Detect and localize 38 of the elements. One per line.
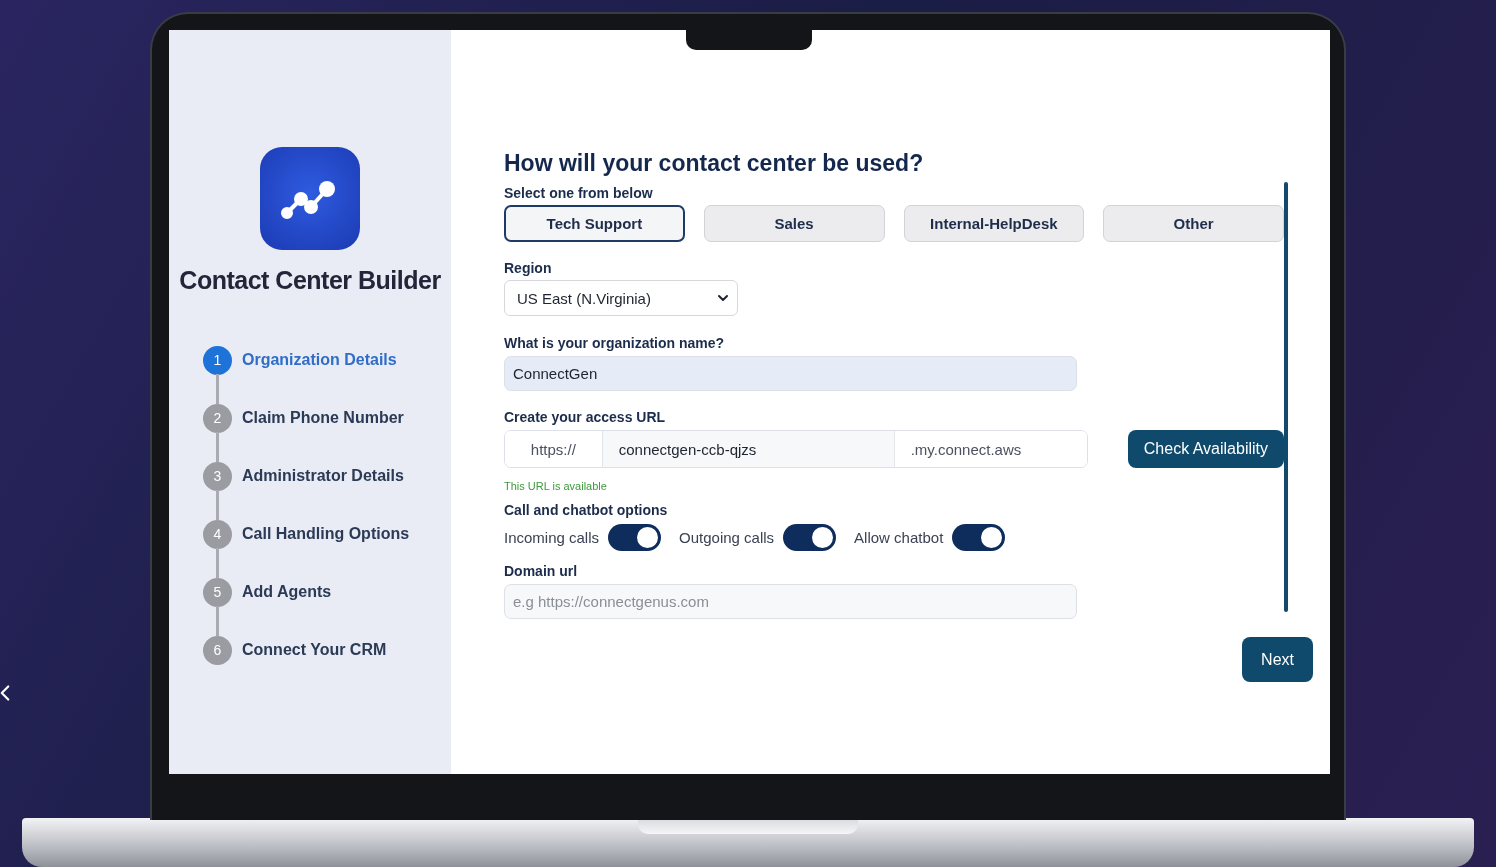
check-availability-button[interactable]: Check Availability [1127, 430, 1284, 468]
access-url-field[interactable]: https:// connectgen-ccb-qjzs .my.connect.aws [504, 430, 1088, 468]
step-link[interactable]: Claim Phone Number [242, 409, 404, 427]
region-select[interactable]: US East (N.Virginia) [504, 280, 738, 316]
step-number: 4 [203, 519, 232, 549]
scrollbar[interactable] [1284, 182, 1288, 612]
step-number: 1 [203, 345, 232, 375]
toggle-switch[interactable] [783, 524, 837, 551]
toggle-label: Outgoing calls [679, 529, 775, 546]
step-number: 3 [203, 461, 232, 491]
field-label: Region [504, 260, 553, 276]
usage-option-button[interactable]: Sales [703, 205, 885, 242]
toggle-label: Allow chatbot [854, 529, 944, 546]
usage-option-button[interactable]: Internal-HelpDesk [903, 205, 1085, 242]
field-label: Domain url [504, 563, 579, 579]
usage-option-button[interactable]: Tech Support [504, 205, 685, 242]
app-title: Contact Center Builder [179, 266, 441, 295]
domain-url-field[interactable]: e.g https://connectgenus.com [504, 584, 1077, 619]
organization-name-field[interactable]: ConnectGen [504, 356, 1077, 391]
step-link[interactable]: Add Agents [242, 583, 332, 601]
next-button[interactable]: Next [1242, 637, 1313, 682]
form-heading: How will your contact center be used? [504, 150, 925, 177]
step-number: 6 [203, 635, 232, 665]
field-label: Select one from below [504, 185, 654, 201]
step-number: 5 [203, 577, 232, 607]
step-link[interactable]: Organization Details [242, 351, 397, 369]
step-link[interactable]: Call Handling Options [242, 525, 410, 543]
field-label: Create your access URL [504, 409, 667, 425]
step-link[interactable]: Administrator Details [242, 467, 404, 485]
toggle-switch[interactable] [952, 524, 1006, 551]
step-link[interactable]: Connect Your CRM [242, 641, 387, 659]
field-label: What is your organization name? [504, 335, 726, 351]
url-status-text: This URL is available [504, 480, 608, 492]
usage-option-button[interactable]: Other [1103, 205, 1284, 242]
toggle-label: Incoming calls [504, 529, 600, 546]
field-label: Call and chatbot options [504, 502, 669, 518]
step-number: 2 [203, 403, 232, 433]
toggle-switch[interactable] [608, 524, 662, 551]
